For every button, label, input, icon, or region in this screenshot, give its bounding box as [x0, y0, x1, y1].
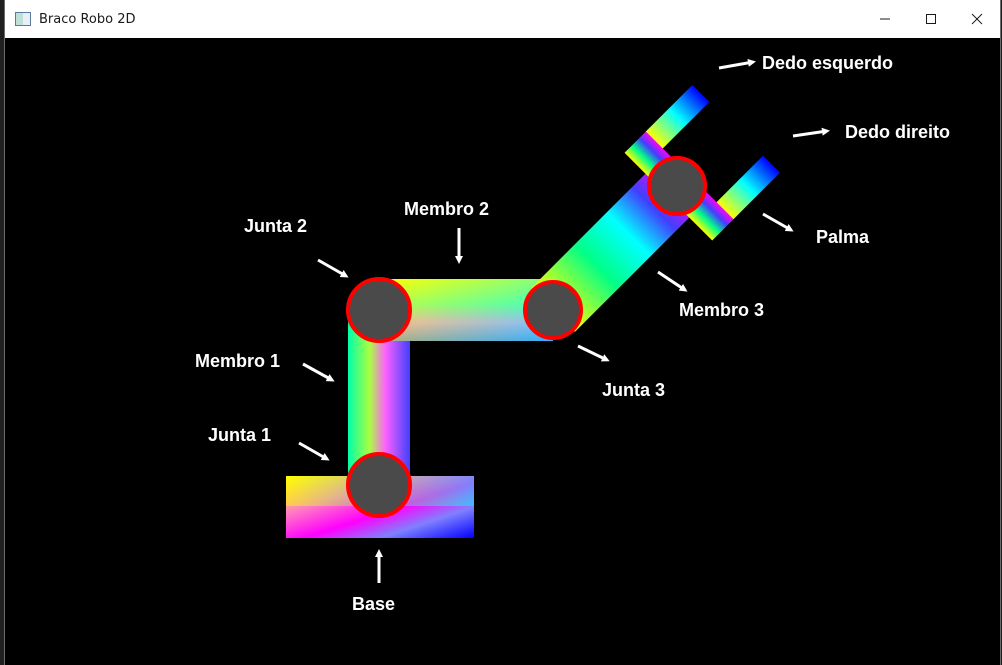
window-title: Braco Robo 2D — [39, 11, 136, 27]
close-icon — [971, 13, 983, 25]
arrow-junta-3 — [577, 344, 610, 362]
label-membro-3: Membro 3 — [679, 300, 764, 320]
label-junta-2: Junta 2 — [244, 216, 307, 236]
label-palma: Palma — [816, 227, 870, 247]
dedo-esquerdo-segment — [645, 84, 710, 149]
render-canvas[interactable]: Dedo esquerdo Dedo direito Palma Membro … — [5, 38, 1000, 665]
close-button[interactable] — [954, 0, 1000, 38]
junta-1-joint — [346, 452, 412, 518]
junta-4-joint — [647, 156, 707, 216]
app-window: Braco Robo 2D Dedo esquerdo Dedo direito… — [4, 0, 1001, 665]
arrow-membro-3 — [657, 270, 688, 292]
title-bar[interactable]: Braco Robo 2D — [5, 0, 1000, 38]
arrow-dedo-direito — [792, 127, 830, 138]
app-window-icon — [15, 12, 31, 26]
label-membro-1: Membro 1 — [195, 351, 280, 371]
junta-3-joint — [523, 280, 583, 340]
minimize-icon — [880, 18, 890, 20]
arrow-junta-1 — [298, 441, 330, 461]
maximize-icon — [926, 14, 936, 24]
label-junta-3: Junta 3 — [602, 380, 665, 400]
minimize-button[interactable] — [862, 0, 908, 38]
arrow-dedo-esquerdo — [718, 58, 756, 70]
label-base: Base — [352, 594, 395, 614]
label-dedo-esquerdo: Dedo esquerdo — [762, 53, 893, 73]
arrow-membro-1 — [302, 362, 335, 382]
dedo-direito-segment — [716, 155, 781, 220]
arrow-palma — [762, 212, 794, 232]
arrow-junta-2 — [317, 258, 349, 278]
label-membro-2: Membro 2 — [404, 199, 489, 219]
window-controls — [862, 0, 1000, 38]
junta-2-joint — [346, 277, 412, 343]
maximize-button[interactable] — [908, 0, 954, 38]
label-junta-1: Junta 1 — [208, 425, 271, 445]
label-dedo-direito: Dedo direito — [845, 122, 950, 142]
robot-arm-scene: Dedo esquerdo Dedo direito Palma Membro … — [195, 53, 950, 614]
